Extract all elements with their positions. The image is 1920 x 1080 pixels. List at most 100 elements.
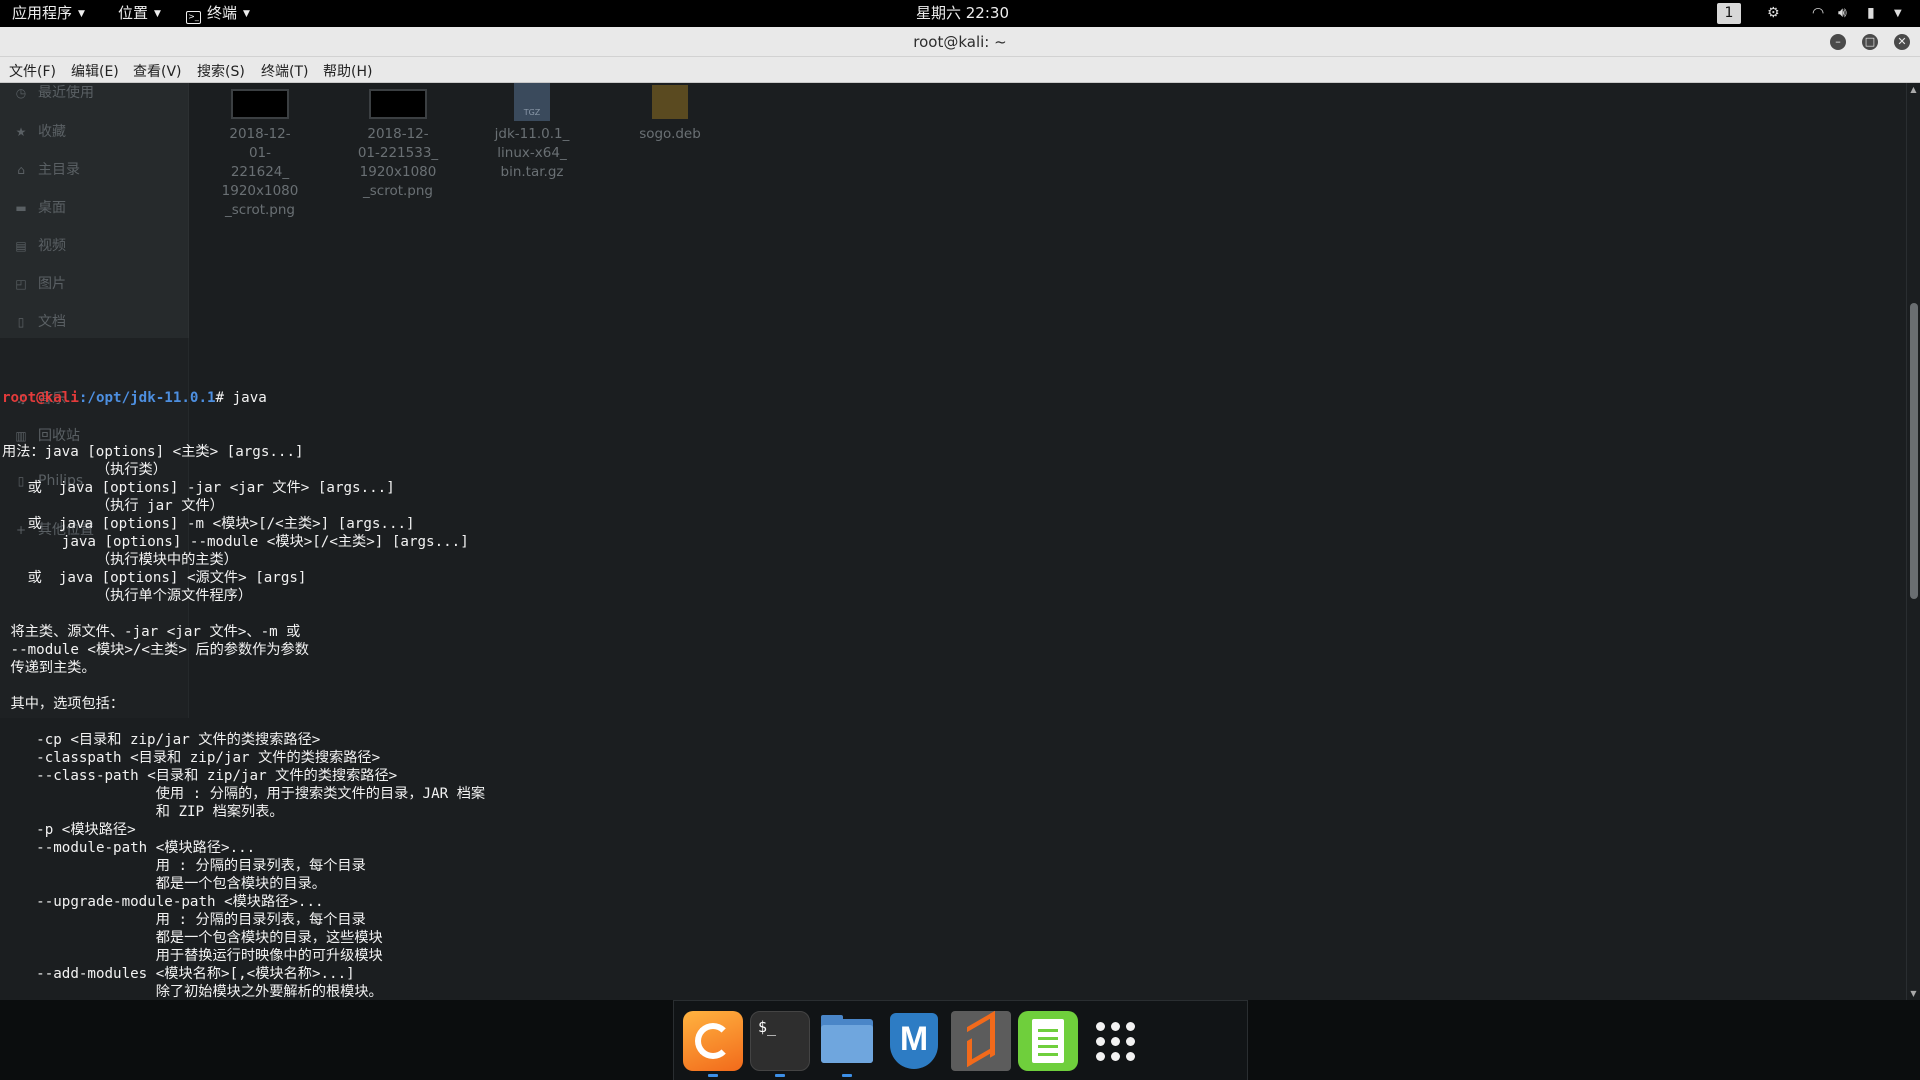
maximize-button[interactable]: □ xyxy=(1862,34,1878,50)
ghost-item-label: 主目录 xyxy=(38,162,80,178)
volume-icon[interactable]: 🔊︎ xyxy=(1838,0,1847,27)
ghost-item-pictures: ◰ 图片 xyxy=(14,273,66,293)
package-icon xyxy=(652,85,688,119)
ghost-item-label: 图片 xyxy=(38,276,66,292)
prompt-user: root@kali xyxy=(2,390,79,406)
metasploit-letter: M xyxy=(890,1013,938,1069)
chevron-down-icon[interactable]: ▼ xyxy=(1894,0,1902,27)
window-titlebar[interactable]: root@kali: ~ – □ ✕ xyxy=(0,27,1920,57)
ghost-file-name: 2018-12- 01- 221624_ 1920x1080 _scrot.pn… xyxy=(221,126,299,218)
close-button[interactable]: ✕ xyxy=(1894,34,1910,50)
scroll-up-icon[interactable]: ▲ xyxy=(1907,85,1920,94)
places-menu[interactable]: 位置 ▼ xyxy=(118,0,161,27)
star-icon: ★ xyxy=(15,125,27,139)
ghost-file: 2018-12- 01-221533_ 1920x1080 _scrot.png xyxy=(346,89,450,201)
terminal-body: 用法：java [options] <主类> [args...] （执行类） 或… xyxy=(2,443,508,1000)
top-panel: 应用程序 ▼ 位置 ▼ >_ 终端 ▼ 星期六 22:30 1 ⚙ ◠ 🔊︎ ▮ ▼ xyxy=(0,0,1920,27)
ghost-file-name: jdk-11.0.1_ linux-x64_ bin.tar.gz xyxy=(494,126,570,180)
folder-icon: ▬ xyxy=(15,201,27,215)
menu-file[interactable]: 文件(F) xyxy=(9,57,56,83)
scrollbar-thumb[interactable] xyxy=(1910,303,1918,599)
minimize-button[interactable]: – xyxy=(1830,34,1846,50)
terminal-line: --add-modules <模块名称>[,<模块名称>...] xyxy=(2,966,355,982)
notes-icon[interactable] xyxy=(1018,1011,1078,1071)
terminal-output: root@kali:/opt/jdk-11.0.1# java 用法：java … xyxy=(2,353,508,1000)
applications-menu[interactable]: 应用程序 ▼ xyxy=(12,0,85,27)
terminal-line: 除了初始模块之外要解析的根模块。 xyxy=(2,984,383,1000)
ghost-item-desktop: ▬ 桌面 xyxy=(14,197,66,217)
clock[interactable]: 星期六 22:30 xyxy=(916,0,1009,27)
battery-icon[interactable]: ▮ xyxy=(1867,0,1875,27)
clock-icon: ◷ xyxy=(15,86,27,100)
terminal-line: （执行单个源文件程序） xyxy=(2,588,253,604)
network-icon[interactable]: ⚙ xyxy=(1767,0,1780,27)
terminal-line: 都是一个包含模块的目录，这些模块 xyxy=(2,930,383,946)
prompt-line: root@kali:/opt/jdk-11.0.1# java xyxy=(2,389,508,407)
ghost-file-name: sogo.deb xyxy=(639,126,701,142)
chevron-down-icon: ▼ xyxy=(78,9,85,19)
metasploit-icon[interactable]: M xyxy=(884,1011,944,1071)
scroll-down-icon[interactable]: ▼ xyxy=(1907,989,1920,998)
terminal-line: 或 java [options] -m <模块>[/<主类>] [args...… xyxy=(2,516,415,532)
ghost-item-starred: ★ 收藏 xyxy=(14,121,66,141)
prompt-path: :/opt/jdk-11.0.1 xyxy=(78,390,216,406)
ghost-item-label: 视频 xyxy=(38,238,66,254)
terminal-app-menu[interactable]: >_ 终端 ▼ xyxy=(186,0,250,27)
terminal-icon[interactable]: $_ xyxy=(750,1011,810,1071)
terminal-line: （执行类） xyxy=(2,462,167,478)
wifi-icon[interactable]: ◠ xyxy=(1812,0,1824,27)
terminal-line: --class-path <目录和 zip/jar 文件的类搜索路径> xyxy=(2,768,398,784)
menu-help[interactable]: 帮助(H) xyxy=(323,57,372,83)
ghost-item-videos: ▤ 视频 xyxy=(14,235,66,255)
workspace-indicator[interactable]: 1 xyxy=(1717,3,1741,24)
terminal-line: java [options] --module <模块>[/<主类>] [arg… xyxy=(2,534,469,550)
terminal-line: 将主类、源文件、-jar <jar 文件>、-m 或 xyxy=(2,624,301,640)
terminal-line: --module <模块>/<主类> 后的参数作为参数 xyxy=(2,642,309,658)
ghost-item-recent: ◷ 最近使用 xyxy=(14,83,94,102)
terminal-line: --upgrade-module-path <模块路径>... xyxy=(2,894,324,910)
terminal-scrollbar[interactable]: ▲ ▼ xyxy=(1906,83,1920,1000)
places-label: 位置 xyxy=(118,4,149,22)
menu-search[interactable]: 搜索(S) xyxy=(197,57,245,83)
terminal-line: 用 : 分隔的目录列表，每个目录 xyxy=(2,858,366,874)
terminal-line: -cp <目录和 zip/jar 文件的类搜索路径> xyxy=(2,732,321,748)
film-icon: ▤ xyxy=(15,239,27,253)
terminal-view[interactable]: ◷ 最近使用 ★ 收藏 ⌂ 主目录 ▬ 桌面 ▤ 视频 ◰ 图片 ▯ 文档 ♫ 音乐 ▥ 回收站 … xyxy=(0,83,1906,1000)
firefox-icon[interactable] xyxy=(683,1011,743,1071)
chevron-down-icon: ▼ xyxy=(154,9,161,19)
terminal-line: （执行模块中的主类） xyxy=(2,552,238,568)
terminal-line: 和 ZIP 档案列表。 xyxy=(2,804,284,820)
terminal-line: -p <模块路径> xyxy=(2,822,136,838)
files-icon[interactable] xyxy=(817,1011,877,1071)
dock: $_ M xyxy=(673,1000,1248,1080)
window-title: root@kali: ~ xyxy=(913,33,1007,51)
ghost-item-home: ⌂ 主目录 xyxy=(14,159,80,179)
terminal-line: 或 java [options] <源文件> [args] xyxy=(2,570,307,586)
document-icon: ▯ xyxy=(17,315,25,329)
ghost-file-name: 2018-12- 01-221533_ 1920x1080 _scrot.png xyxy=(357,126,439,199)
terminal-icon: >_ xyxy=(186,11,201,24)
terminal-line: --module-path <模块路径>... xyxy=(2,840,256,856)
menu-view[interactable]: 查看(V) xyxy=(133,57,182,83)
terminal-line: 用 : 分隔的目录列表，每个目录 xyxy=(2,912,366,928)
ghost-item-label: 文档 xyxy=(38,314,66,330)
running-indicator xyxy=(708,1074,718,1077)
menu-terminal[interactable]: 终端(T) xyxy=(261,57,308,83)
menu-edit[interactable]: 编辑(E) xyxy=(71,57,119,83)
terminal-line: 使用 : 分隔的，用于搜索类文件的目录，JAR 档案 xyxy=(2,786,486,802)
app-grid-icon[interactable] xyxy=(1085,1011,1145,1071)
terminal-line: 用于替换运行时映像中的可升级模块 xyxy=(2,948,383,964)
archive-icon: TGZ xyxy=(514,83,550,121)
burpsuite-icon[interactable] xyxy=(951,1010,1011,1072)
terminal-line: 都是一个包含模块的目录。 xyxy=(2,876,326,892)
bottom-panel: $_ M xyxy=(0,1000,1920,1080)
running-indicator xyxy=(842,1074,852,1077)
ghost-item-label: 桌面 xyxy=(38,200,66,216)
running-indicator xyxy=(775,1074,785,1077)
ghost-item-label: 最近使用 xyxy=(38,85,94,101)
ghost-file: sogo.deb xyxy=(618,85,722,144)
ghost-file: TGZ jdk-11.0.1_ linux-x64_ bin.tar.gz xyxy=(480,83,584,182)
